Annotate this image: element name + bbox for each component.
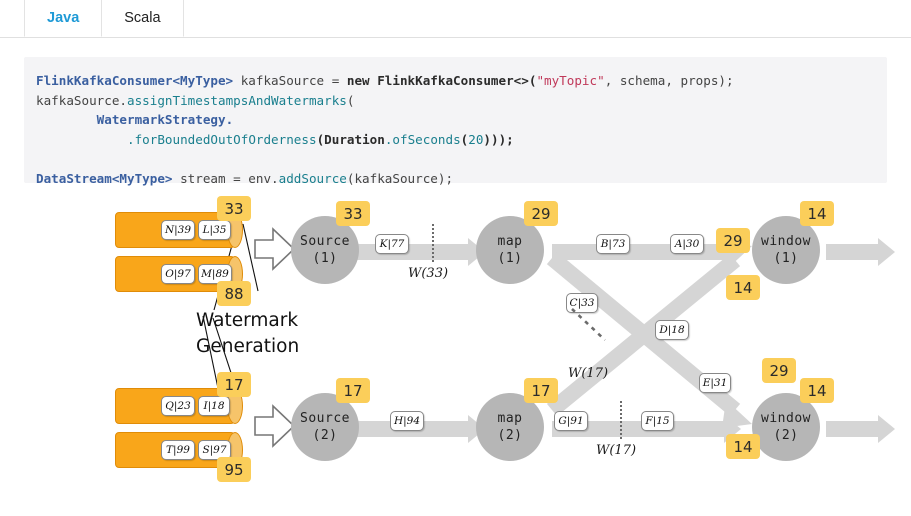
code-plain-1: kafkaSource = <box>233 73 347 88</box>
record-chip: N|39 <box>161 220 195 240</box>
buffer-watermark-badge-33: 33 <box>217 196 251 221</box>
arrow-window1-out <box>878 238 895 266</box>
tab-list: Java Scala <box>24 0 184 37</box>
watermark-marker-w33 <box>432 224 434 262</box>
node-label-line1: Source <box>300 411 350 426</box>
node-badge-window-1: 14 <box>800 201 834 226</box>
record-chip: I|18 <box>198 396 230 416</box>
node-label-line1: Source <box>300 234 350 249</box>
code-plain-4: ( <box>346 92 355 108</box>
record-chip: Q|23 <box>161 396 195 416</box>
record-chip-cross-upper: C|33 <box>566 293 598 313</box>
edge-badge-win2-in-low-14: 14 <box>726 434 760 459</box>
watermark-label-w17-cross: W(17) <box>568 366 609 381</box>
arrow-window2-out <box>878 415 895 443</box>
code-block: FlinkKafkaConsumer<MyType> kafkaSource =… <box>24 57 887 186</box>
watermark-diagram: N|39 L|35 33 O|97 M|89 88 Q|23 I|18 17 T… <box>0 188 911 516</box>
stream-map1-window2 <box>546 251 752 428</box>
record-chip: L|35 <box>198 220 231 240</box>
code-type-1: FlinkKafkaConsumer<MyType> <box>36 73 234 88</box>
stream-window2-out <box>826 421 881 437</box>
node-badge-source-2: 17 <box>336 378 370 403</box>
node-window-1[interactable]: window (1) <box>752 216 820 284</box>
code-number-1: 20 <box>468 131 484 147</box>
code-type-4: DataStream<MyType> <box>36 170 173 186</box>
buffer-watermark-badge-17: 17 <box>217 372 251 397</box>
code-type-3: Duration <box>324 131 385 147</box>
page-root: Java Scala FlinkKafkaConsumer<MyType> ka… <box>0 0 911 516</box>
edge-badge-map2-out-29: 29 <box>762 358 796 383</box>
node-label-line1: map <box>497 234 523 249</box>
node-label-line1: window <box>761 234 811 249</box>
tab-java[interactable]: Java <box>24 0 103 37</box>
buffer-watermark-badge-88: 88 <box>217 281 251 306</box>
code-plain-6: (kafkaSource); <box>346 170 454 186</box>
edge-badge-map2-cross-14: 14 <box>726 275 760 300</box>
node-label-line1: window <box>761 411 811 426</box>
node-label-line2: (1) <box>497 251 523 266</box>
record-chip-map2-win2-b: F|15 <box>641 411 674 431</box>
node-window-2[interactable]: window (2) <box>752 393 820 461</box>
node-source-1[interactable]: Source (1) <box>291 216 359 284</box>
node-label-line2: (2) <box>497 428 523 443</box>
node-badge-window-2: 14 <box>800 378 834 403</box>
record-chip-src2-map2: H|94 <box>390 411 424 431</box>
code-method-2: .forBoundedOutOfOrderness <box>127 131 317 147</box>
record-chip-map1-win1-a: B|73 <box>596 234 630 254</box>
stream-source1-map1 <box>355 244 470 260</box>
node-label-line2: (1) <box>773 251 799 266</box>
record-chip-cross-lower: E|31 <box>699 373 731 393</box>
node-map-1[interactable]: map (1) <box>476 216 544 284</box>
record-chip: O|97 <box>161 264 195 284</box>
buffer-watermark-badge-95: 95 <box>217 457 251 482</box>
watermark-generation-line1: Watermark <box>196 310 299 331</box>
node-badge-map-1: 29 <box>524 201 558 226</box>
node-map-2[interactable]: map (2) <box>476 393 544 461</box>
record-chip-src1-map1: K|77 <box>375 234 409 254</box>
buffer-arrow-bottom <box>254 404 296 448</box>
code-string-1: "myTopic" <box>536 73 605 88</box>
node-label-line2: (1) <box>312 251 338 266</box>
node-label-line2: (2) <box>773 428 799 443</box>
tab-scala[interactable]: Scala <box>102 0 184 37</box>
tab-bar: Java Scala <box>0 0 911 38</box>
watermark-generation-label: Watermark Generation <box>196 308 299 360</box>
node-badge-map-2: 17 <box>524 378 558 403</box>
code-method-3: .ofSeconds <box>384 131 461 147</box>
code-method-1: assignTimestampsAndWatermarks <box>127 92 347 108</box>
code-content: FlinkKafkaConsumer<MyType> kafkaSource =… <box>24 57 887 201</box>
node-label-line1: map <box>497 411 523 426</box>
code-paren-3: ))); <box>483 131 514 147</box>
stream-window1-out <box>826 244 881 260</box>
watermark-generation-line2: Generation <box>196 336 300 357</box>
record-chip-map2-win2-a: G|91 <box>554 411 588 431</box>
watermark-marker-w17-bottom <box>620 401 622 439</box>
node-badge-source-1: 33 <box>336 201 370 226</box>
code-method-4: addSource <box>278 170 347 186</box>
code-plain-3: kafkaSource. <box>36 92 127 108</box>
record-chip-map1-win1-b: A|30 <box>670 234 704 254</box>
record-chip: T|99 <box>161 440 195 460</box>
code-plain-5: stream = env. <box>172 170 279 186</box>
record-chip-cross-mid: D|18 <box>655 320 689 340</box>
buffer-arrow-top <box>254 227 296 271</box>
code-type-2: WatermarkStrategy. <box>96 112 234 128</box>
edge-badge-map1-out-29: 29 <box>716 228 750 253</box>
watermark-label-w33: W(33) <box>408 266 449 281</box>
watermark-label-w17-bottom: W(17) <box>596 443 637 458</box>
code-plain-2: , schema, props); <box>604 73 734 88</box>
node-label-line2: (2) <box>312 428 338 443</box>
node-source-2[interactable]: Source (2) <box>291 393 359 461</box>
code-new-1: new FlinkKafkaConsumer<>( <box>346 73 537 88</box>
